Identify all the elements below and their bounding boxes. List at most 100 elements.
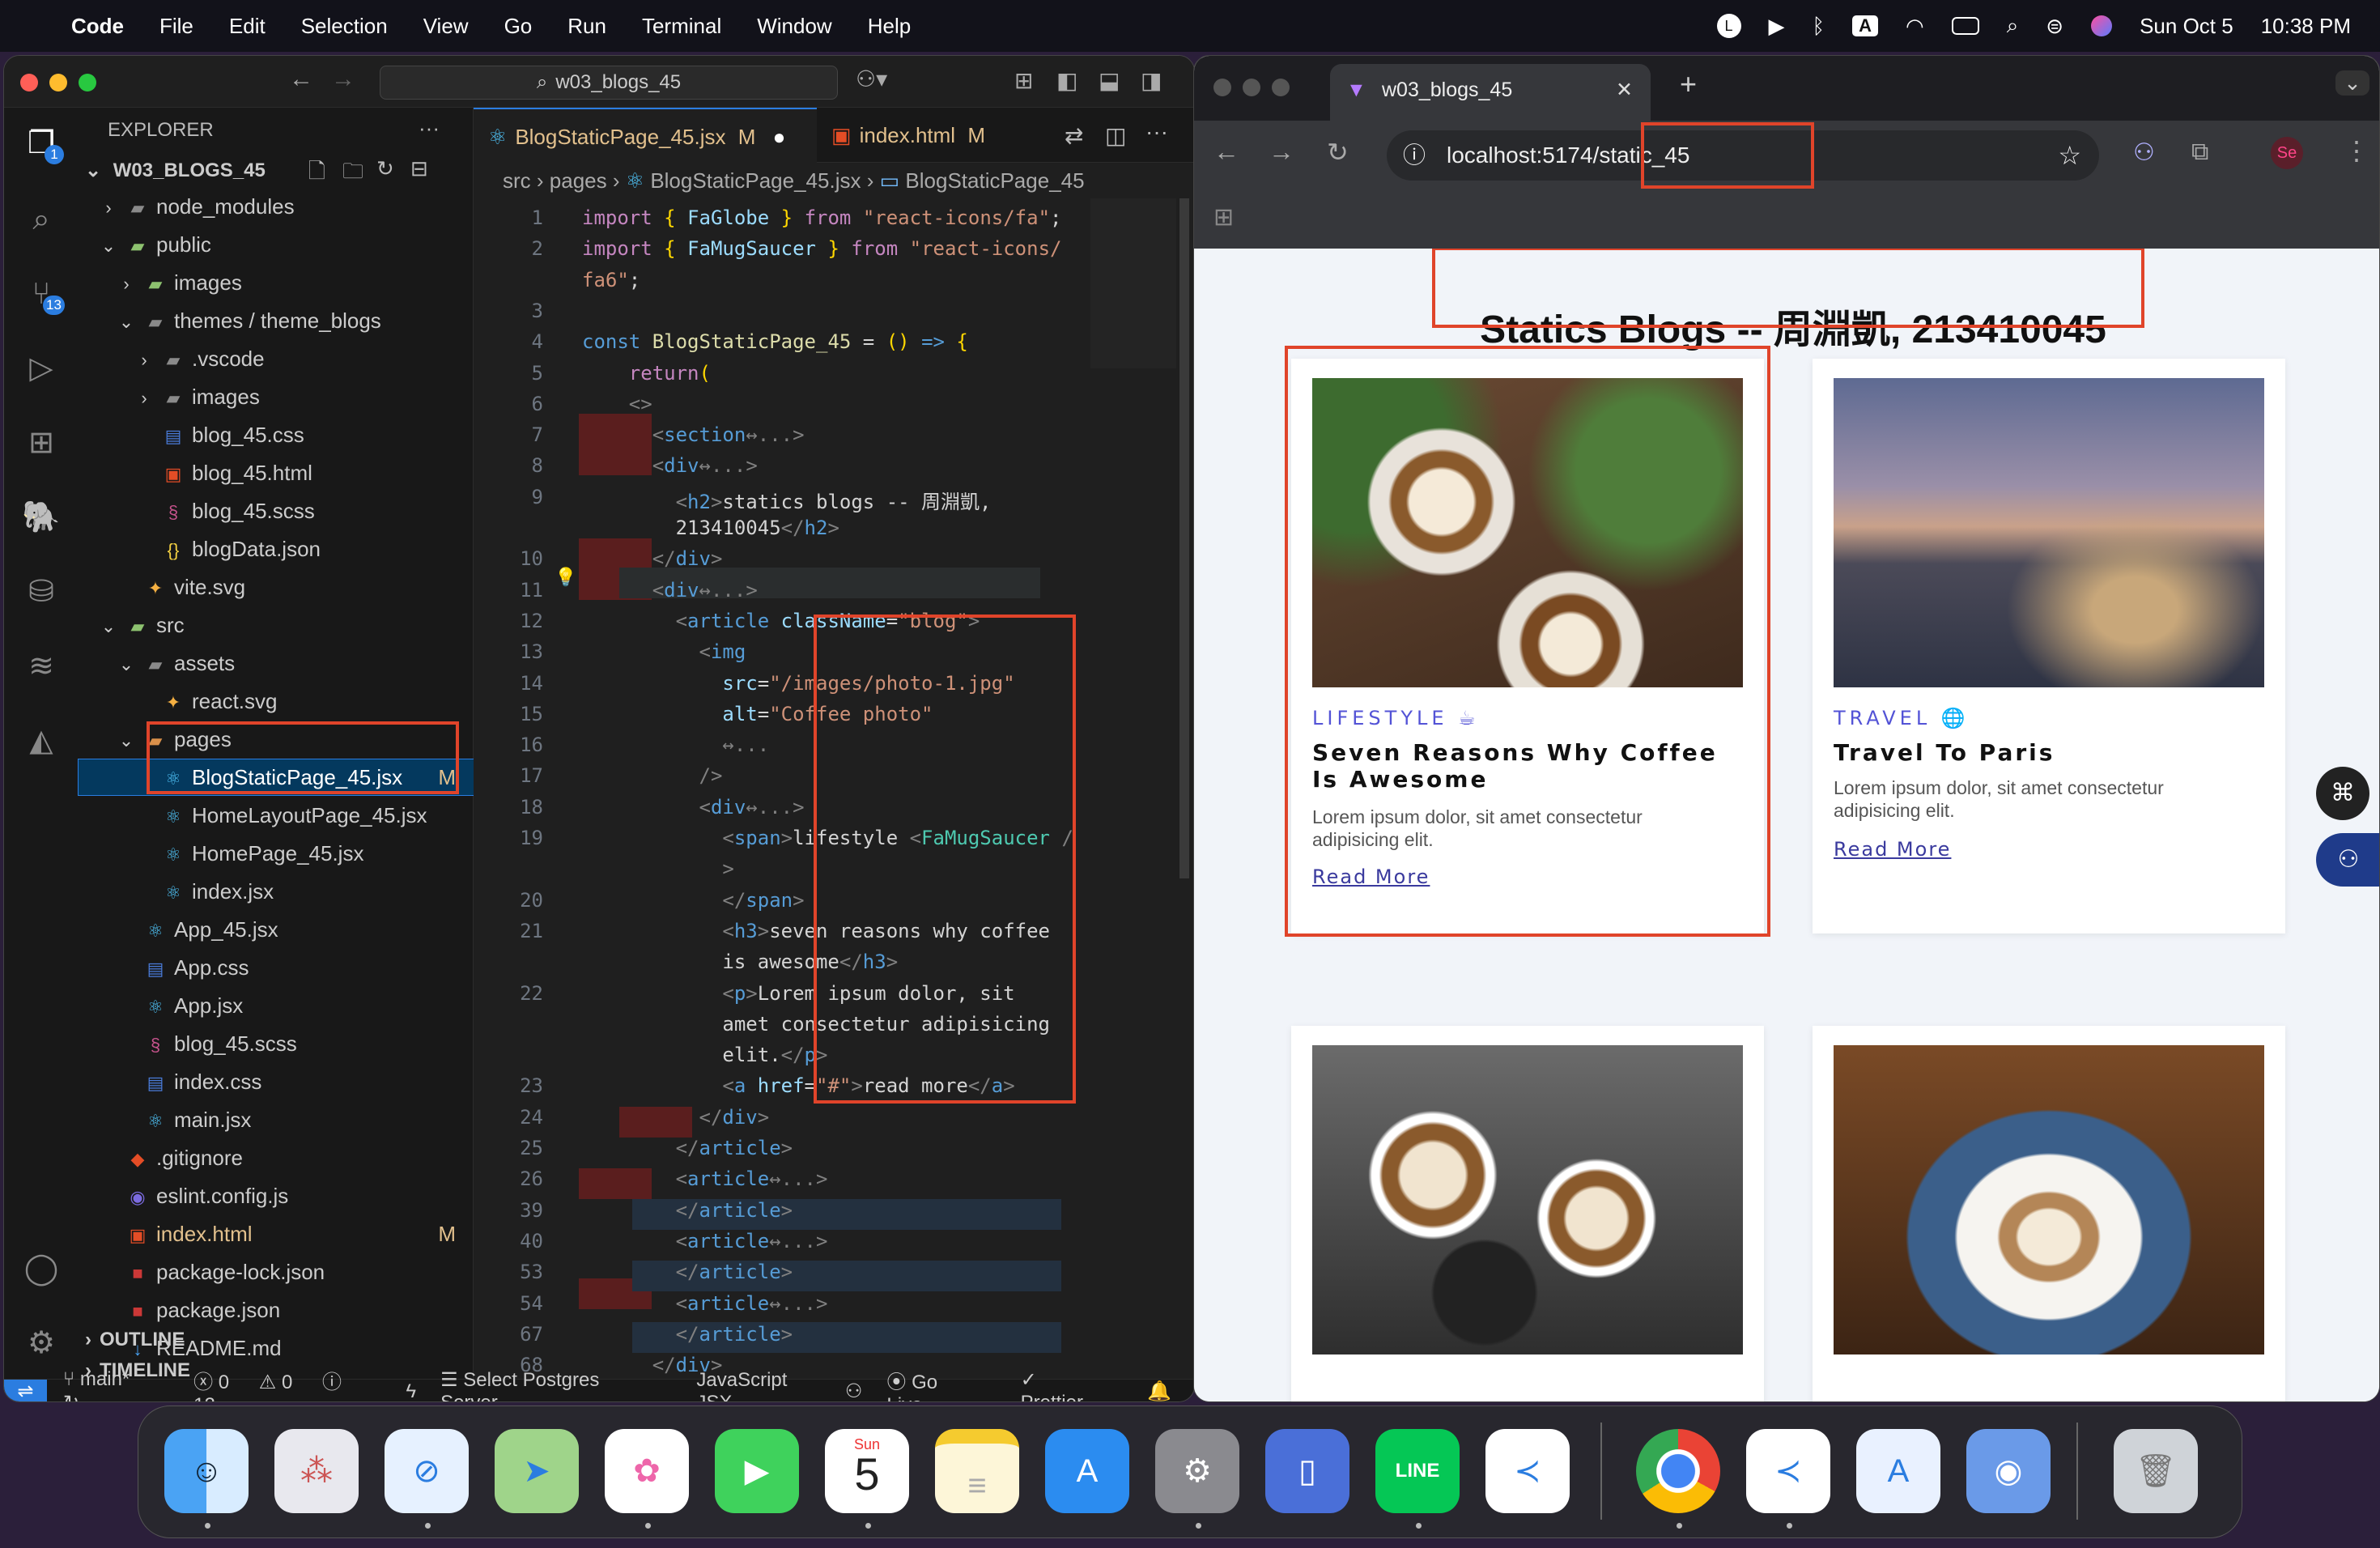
read-more-link[interactable]: Read More [1834,838,1951,861]
finder-icon[interactable]: ☺ [164,1429,249,1513]
menu-window[interactable]: Window [757,14,831,39]
breadcrumb-item[interactable]: BlogStaticPage_45.jsx [650,168,861,193]
menu-edit[interactable]: Edit [229,14,266,39]
breadcrumb-item[interactable]: BlogStaticPage_45 [905,168,1084,193]
toggle-panel-icon[interactable]: ⬓ [1099,67,1120,94]
file-tree-item[interactable]: ■ package-lock.json [79,1254,474,1290]
notifications-bell-icon[interactable]: 🔔 [1147,1380,1171,1401]
toggle-primary-sidebar-icon[interactable]: ◧ [1056,67,1077,94]
tab-blogstaticpage[interactable]: ⚛ BlogStaticPage_45.jsx M ● [474,108,817,163]
code-line[interactable]: </article> [582,1323,793,1346]
file-tree-item[interactable]: ⚛ HomeLayoutPage_45.jsx [79,797,474,833]
zoom-window-button[interactable] [1272,79,1290,96]
reload-icon[interactable]: ↻ [1327,137,1349,168]
file-tree-item[interactable]: ⚛ HomePage_45.jsx [79,836,474,871]
calendar-icon[interactable]: Sun 5 [825,1429,909,1513]
apps-grid-icon[interactable]: ⊞ [1213,203,1234,232]
file-tree-item[interactable]: › ▰ images [79,379,474,415]
code-line[interactable]: <div↔...> [582,579,758,602]
menu-run[interactable]: Run [567,14,606,39]
code-line[interactable]: <h2>statics blogs -- 周淵凱, [582,486,992,514]
safari-icon[interactable]: ⊘ [385,1429,469,1513]
search-icon[interactable]: ⌕ [22,200,61,239]
file-tree-item[interactable]: ⚛ App_45.jsx [79,912,474,947]
trash-icon[interactable]: 🗑 [2114,1429,2198,1513]
code-line[interactable]: </div> [582,547,723,570]
code-line[interactable]: import { FaMugSaucer } from "react-icons… [582,237,1061,260]
source-control-icon[interactable]: ⑂ 13 [22,274,65,315]
prettier-status[interactable]: ✓ Prettier [1021,1368,1124,1401]
maps-icon[interactable]: ➤ [495,1429,579,1513]
postgres-icon[interactable]: 🐘 [22,498,61,537]
notes-icon[interactable]: ≡ [935,1429,1019,1513]
shortcuts-floating-icon[interactable]: ⌘ [2316,767,2369,820]
run-debug-icon[interactable]: ▷ [22,349,61,388]
file-tree-item[interactable]: ▣ blog_45.html [79,455,474,491]
branch-indicator[interactable]: ⑂ main* ↻ [63,1368,169,1401]
chrome-menu-icon[interactable]: ⋮ [2344,135,2369,166]
tab-index-html[interactable]: ▣ index.html M [817,108,1027,163]
code-line[interactable]: </span> [582,889,804,912]
code-line[interactable]: > [582,857,733,880]
file-tree-item[interactable]: ⚛ App.jsx [79,988,474,1023]
xcode-instruments-icon[interactable]: A [1856,1429,1940,1513]
file-tree-item[interactable]: ⌄ ▰ public [79,227,474,262]
close-window-button[interactable] [20,74,38,91]
file-tree-item[interactable]: ⚛ index.jsx [79,874,474,909]
new-folder-icon[interactable]: 🗀 [342,156,363,192]
siri-icon[interactable] [2091,15,2113,36]
code-line[interactable]: import { FaGlobe } from "react-icons/fa"… [582,206,1061,229]
file-tree-item[interactable]: ▤ index.css [79,1064,474,1099]
lightning-icon[interactable]: ϟ [406,1380,416,1402]
launchpad-icon[interactable]: ⁂ [274,1429,359,1513]
split-editor-icon[interactable]: ◫ [1105,122,1126,149]
postgres-server-selector[interactable]: ☰ Select Postgres Server [440,1368,672,1401]
explorer-icon[interactable]: ❐ 1 [22,124,64,164]
site-info-icon[interactable]: ⓘ [1403,130,1426,181]
account-icon[interactable]: ◯ [22,1249,61,1288]
outline-section[interactable]: › OUTLINE [85,1329,185,1351]
bluetooth-icon[interactable]: ᛒ [1813,14,1825,39]
code-line[interactable]: 213410045</h2> [582,517,839,539]
simulator-icon[interactable]: ▯ [1265,1429,1349,1513]
play-status-icon[interactable]: ▶ [1769,14,1785,39]
collapse-all-icon[interactable]: ⊟ [410,156,428,181]
photos-icon[interactable]: ✿ [605,1429,689,1513]
code-line[interactable]: </div> [582,1106,770,1129]
menu-go[interactable]: Go [504,14,533,39]
code-line[interactable]: ↔... [582,734,769,756]
file-tree-item[interactable]: › ▰ images [79,265,474,300]
file-tree-item[interactable]: ✦ react.svg [79,683,474,719]
app-store-icon[interactable]: A [1045,1429,1129,1513]
menu-time[interactable]: 10:38 PM [2261,14,2351,39]
lightbulb-icon[interactable]: 💡 [555,568,576,588]
code-line[interactable]: <article↔...> [582,1167,828,1190]
forward-arrow-icon[interactable]: → [1269,137,1294,167]
back-arrow-icon[interactable]: ← [289,66,313,93]
file-tree-item[interactable]: ◆ .gitignore [79,1140,474,1176]
battery-icon[interactable] [1951,17,1979,35]
vertical-scrollbar[interactable] [1179,198,1189,878]
code-line[interactable]: <img [582,640,746,663]
tab-search-chevron-icon[interactable]: ⌄ [2335,70,2369,96]
command-center-search[interactable]: ⌕ w03_blogs_45 [380,66,838,100]
language-mode[interactable]: JavaScript JSX [696,1369,820,1402]
menu-file[interactable]: File [159,14,193,39]
code-line[interactable]: fa6"; [582,269,640,291]
problems-indicator[interactable]: ⓧ 0 ⚠ 0 ⓘ 12 [193,1366,381,1401]
line-status-icon[interactable]: L [1716,14,1741,38]
minimize-window-button[interactable] [49,74,67,91]
code-line[interactable]: const BlogStaticPage_45 = () => { [582,330,968,353]
profile-avatar[interactable]: Se [2271,137,2303,169]
minimize-window-button[interactable] [1243,79,1260,96]
extensions-icon[interactable]: ⊞ [22,423,61,462]
line-app-icon[interactable]: LINE [1375,1429,1460,1513]
vscode-second-icon[interactable]: ≺ [1746,1429,1830,1513]
breadcrumb-item[interactable]: pages [550,168,607,193]
unsaved-dot-icon[interactable]: ● [773,125,786,149]
code-line[interactable]: return( [582,362,711,385]
file-tree-item[interactable]: › ▰ node_modules [79,189,474,224]
workspace-root[interactable]: ⌄ W03_BLOGS_45 [85,153,266,189]
refresh-icon[interactable]: ↻ [376,156,394,181]
code-line[interactable]: </article> [582,1199,793,1222]
